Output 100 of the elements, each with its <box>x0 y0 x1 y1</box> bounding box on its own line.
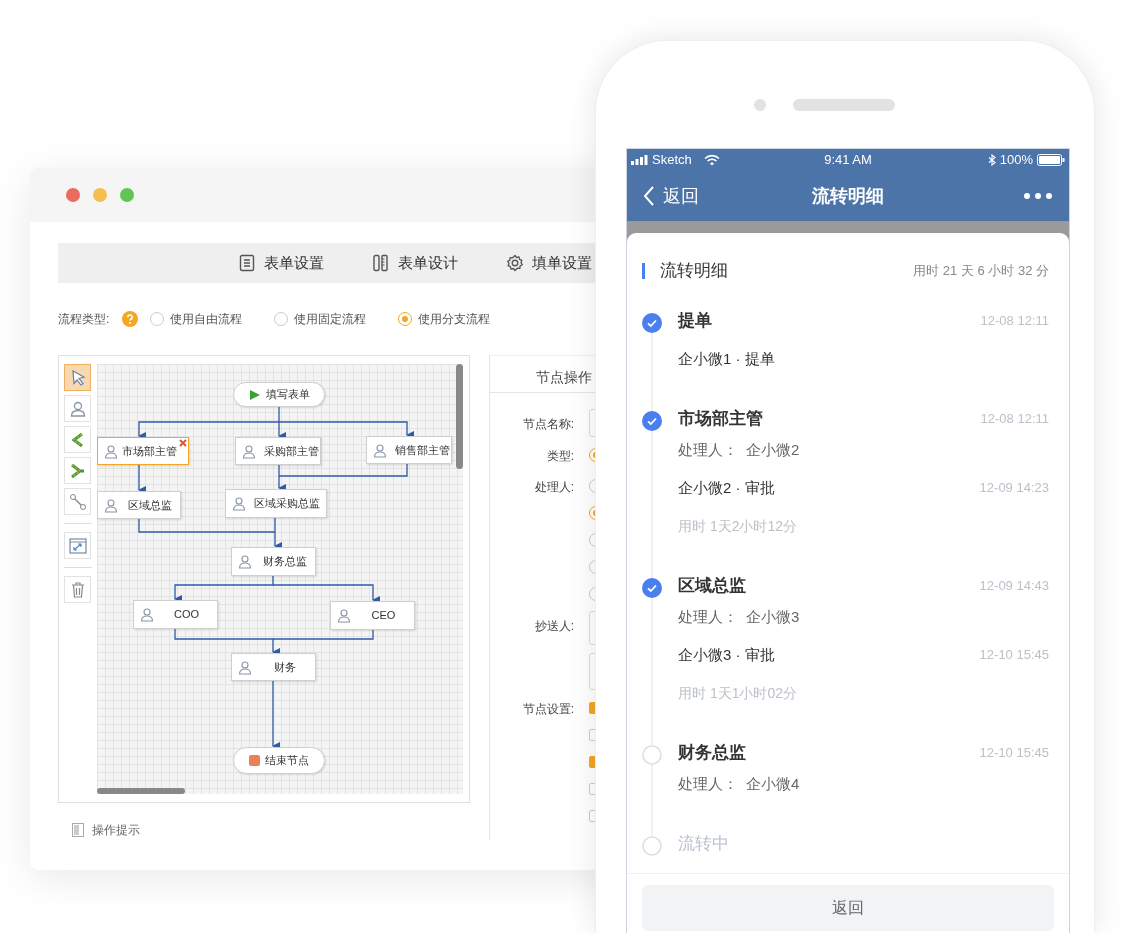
back-button[interactable]: 返回 <box>642 885 1054 931</box>
node-label: 填写表单 <box>265 387 310 403</box>
field-label: 节点设置: <box>521 701 574 718</box>
tool-button[interactable] <box>64 488 91 515</box>
toolbar-tab[interactable]: 填单设置 <box>506 251 592 275</box>
clock: 9:41 AM <box>824 151 872 170</box>
connector-arrow <box>272 680 280 750</box>
help-icon[interactable] <box>122 311 139 327</box>
field-label: 抄送人: <box>533 618 574 635</box>
timestamp: 12-09 14:43 <box>979 577 1049 595</box>
tool-button[interactable] <box>64 532 91 559</box>
tool-button[interactable] <box>64 457 91 484</box>
toolbar-tab[interactable]: 表单设置 <box>238 251 324 275</box>
timestamp: 12-09 14:23 <box>979 479 1049 497</box>
back-button[interactable]: 返回 <box>643 182 699 210</box>
person-icon <box>242 443 256 459</box>
person-icon <box>238 659 252 675</box>
elapsed-time: 用时 21 天 6 小时 32 分 <box>913 262 1049 281</box>
window-control-icon[interactable] <box>120 188 134 202</box>
step-title: 提单 <box>678 310 712 332</box>
screen-title: 流转明细 <box>812 184 884 208</box>
field-label: 处理人: <box>533 479 574 496</box>
fit-window-icon <box>67 535 88 556</box>
flow-node[interactable]: 结束节点 <box>233 747 325 774</box>
flow-node[interactable]: 财务 <box>231 653 316 681</box>
step-title: 市场部主管 <box>678 408 763 430</box>
node-label: 结束节点 <box>265 753 309 769</box>
ruler-icon <box>372 254 390 272</box>
radio-option[interactable]: 使用分支流程 <box>398 310 491 328</box>
field-label: 类型: <box>545 448 574 465</box>
radio-option[interactable]: 使用固定流程 <box>274 310 399 328</box>
node-label: 财务总监 <box>262 554 307 570</box>
tool-button[interactable] <box>64 426 91 453</box>
play-icon <box>248 388 261 401</box>
hint-link[interactable]: 操作提示 <box>92 821 140 839</box>
handler-name: 企小微2 <box>746 440 800 460</box>
node-label: 区域采购总监 <box>254 496 320 512</box>
flow-node[interactable]: 财务总监 <box>231 547 316 576</box>
person-icon <box>140 607 154 622</box>
handler-name: 企小微4 <box>746 774 800 794</box>
radio-option[interactable]: 使用自由流程 <box>150 310 275 328</box>
connector-arrow <box>272 638 280 656</box>
camera-dot <box>754 99 766 111</box>
close-icon[interactable] <box>179 439 187 447</box>
battery-icon <box>1037 154 1065 166</box>
node-label: 采购部主管 <box>264 443 319 459</box>
duration-text: 用时 1天1小时02分 <box>678 684 799 703</box>
carrier-name: Sketch <box>652 151 692 170</box>
flow-node[interactable]: COO <box>133 600 218 629</box>
bluetooth-icon <box>987 154 996 166</box>
field-label: 处理人： <box>678 774 738 794</box>
field-label: 处理人： <box>678 440 738 460</box>
node-label: COO <box>173 607 200 623</box>
action-text: 企小微2 · 审批 <box>678 478 775 498</box>
flow-node[interactable]: 区域总监 <box>97 491 181 519</box>
connector-arrow <box>274 517 282 550</box>
timestamp: 12-10 15:45 <box>979 744 1049 762</box>
tool-button[interactable] <box>64 364 91 391</box>
node-label: CEO <box>371 608 396 624</box>
tool-button[interactable] <box>64 576 91 603</box>
flow-node[interactable]: 采购部主管 <box>235 437 321 465</box>
step-title: 财务总监 <box>678 742 746 764</box>
chevron-left-icon <box>643 185 655 207</box>
document-icon <box>72 823 84 837</box>
connector-icon <box>67 491 88 512</box>
flow-node[interactable]: 填写表单 <box>233 382 325 407</box>
signal-icon <box>631 155 649 165</box>
flow-node[interactable]: CEO <box>330 601 415 630</box>
person-icon <box>238 554 252 569</box>
duration-text: 用时 1天2小时12分 <box>678 517 799 536</box>
scrollbar-thumb[interactable] <box>97 788 185 794</box>
step-title: 区域总监 <box>678 575 746 597</box>
person-icon <box>373 442 387 458</box>
document-icon <box>238 254 256 272</box>
person-icon <box>104 443 118 459</box>
settings-icon <box>506 254 524 272</box>
window-control-icon[interactable] <box>93 188 107 202</box>
field-label: 流程类型: <box>58 311 110 328</box>
tool-button[interactable] <box>64 395 91 422</box>
connector-arrow <box>138 464 146 494</box>
flow-node[interactable]: 销售部主管 <box>366 436 452 464</box>
person-icon <box>232 496 246 511</box>
accent-bar <box>642 263 645 279</box>
stop-icon <box>249 755 260 766</box>
node-label: 区域总监 <box>128 497 172 513</box>
node-label: 市场部主管 <box>122 443 177 459</box>
more-button[interactable] <box>1023 192 1053 200</box>
more-icon <box>1023 192 1053 200</box>
toolbar-tab[interactable]: 表单设计 <box>372 251 458 275</box>
flow-node[interactable]: 区域采购总监 <box>225 489 327 518</box>
scrollbar-thumb[interactable] <box>456 364 463 469</box>
handler-name: 企小微3 <box>746 607 800 627</box>
window-control-icon[interactable] <box>66 188 80 202</box>
wifi-icon <box>703 154 720 166</box>
flow-node[interactable]: 市场部主管 <box>97 437 189 465</box>
connector-arrow <box>278 464 286 492</box>
timestamp: 12-10 15:45 <box>979 646 1049 664</box>
section-title: 流转明细 <box>660 260 728 282</box>
battery-percent: 100% <box>999 151 1033 170</box>
action-text: 企小微3 · 审批 <box>678 645 775 665</box>
